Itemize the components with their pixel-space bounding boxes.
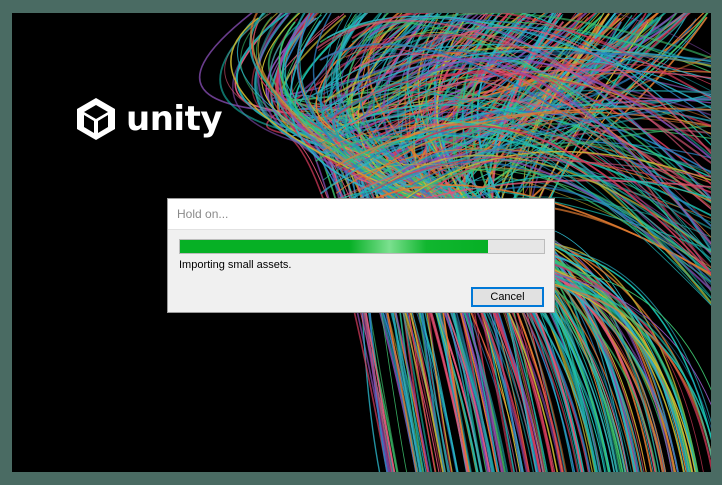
dialog-title: Hold on... (168, 199, 554, 230)
progress-fill (180, 240, 488, 253)
unity-logo-text: unity (126, 99, 222, 139)
import-progress-bar (179, 239, 545, 254)
cancel-button[interactable]: Cancel (471, 287, 544, 307)
status-text: Importing small assets. (179, 259, 292, 271)
hold-on-dialog: Hold on... Importing small assets. Cance… (167, 198, 555, 313)
unity-logo: unity (72, 95, 222, 143)
unity-cube-icon (77, 98, 115, 140)
